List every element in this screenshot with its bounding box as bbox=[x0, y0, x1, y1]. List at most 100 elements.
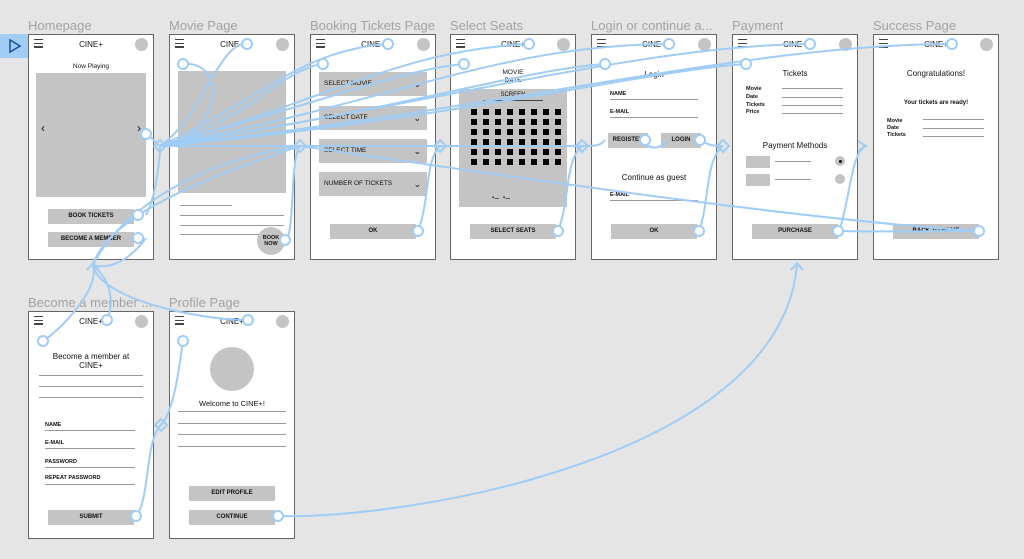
edit-profile-button[interactable]: EDIT PROFILE bbox=[189, 486, 275, 501]
purchase-button[interactable]: PURCHASE bbox=[752, 224, 838, 239]
seat[interactable] bbox=[507, 109, 513, 115]
seat[interactable] bbox=[471, 159, 477, 165]
avatar[interactable] bbox=[980, 38, 993, 51]
avatar[interactable] bbox=[276, 315, 289, 328]
seat[interactable] bbox=[507, 129, 513, 135]
seat[interactable] bbox=[483, 149, 489, 155]
avatar[interactable] bbox=[698, 38, 711, 51]
seat[interactable] bbox=[471, 129, 477, 135]
seat[interactable] bbox=[531, 149, 537, 155]
seat[interactable] bbox=[507, 159, 513, 165]
back-to-home-button[interactable]: BACK TO HOME bbox=[893, 224, 979, 239]
seat[interactable] bbox=[543, 149, 549, 155]
chevron-left-icon[interactable]: ‹ bbox=[41, 121, 45, 135]
seat[interactable] bbox=[483, 129, 489, 135]
seat[interactable] bbox=[507, 139, 513, 145]
frame-booking-page[interactable]: CINE+ SELECT MOVIE ⌄ SELECT DATE ⌄ SELECT … bbox=[310, 34, 436, 260]
frame-payment[interactable]: CINE+ Tickets Movie Date Tickets Price P… bbox=[732, 34, 858, 260]
select-seats-button[interactable]: SELECT SEATS bbox=[470, 224, 556, 239]
seat[interactable] bbox=[555, 139, 561, 145]
seat[interactable] bbox=[495, 119, 501, 125]
payment-radio[interactable] bbox=[835, 174, 845, 184]
seat[interactable] bbox=[531, 109, 537, 115]
seat[interactable] bbox=[471, 139, 477, 145]
seat[interactable] bbox=[555, 159, 561, 165]
payment-radio-selected[interactable] bbox=[835, 156, 845, 166]
seat[interactable] bbox=[495, 129, 501, 135]
avatar[interactable] bbox=[557, 38, 570, 51]
seat[interactable] bbox=[555, 149, 561, 155]
profile-picture[interactable] bbox=[210, 347, 254, 391]
frame-login[interactable]: CINE+ Login NAME E-MAIL REGISTER LOGIN C… bbox=[591, 34, 717, 260]
seat[interactable] bbox=[531, 119, 537, 125]
seat[interactable] bbox=[519, 149, 525, 155]
frame-homepage[interactable]: CINE+ Now Playing ‹ › BOOK TICKETS BECOM… bbox=[28, 34, 154, 260]
seat[interactable] bbox=[531, 159, 537, 165]
seat[interactable] bbox=[471, 149, 477, 155]
seat[interactable] bbox=[483, 139, 489, 145]
avatar[interactable] bbox=[276, 38, 289, 51]
name-input[interactable] bbox=[45, 430, 135, 431]
seat[interactable] bbox=[471, 119, 477, 125]
frame-success[interactable]: CINE+ Congratulations! Your tickets are … bbox=[873, 34, 999, 260]
play-prototype-button[interactable] bbox=[0, 34, 28, 58]
seat[interactable] bbox=[543, 139, 549, 145]
value-line bbox=[923, 128, 984, 129]
date-row-label: Date bbox=[887, 125, 899, 131]
select-movie-dropdown[interactable]: SELECT MOVIE ⌄ bbox=[319, 72, 427, 96]
seat[interactable] bbox=[483, 159, 489, 165]
become-member-button[interactable]: BECOME A MEMBER bbox=[48, 232, 134, 247]
frame-profile[interactable]: CINE+ Welcome to CINE+! EDIT PROFILE CON… bbox=[169, 311, 295, 539]
movie-carousel[interactable]: ‹ › bbox=[36, 73, 146, 197]
email-input[interactable] bbox=[45, 448, 135, 449]
seat[interactable] bbox=[519, 129, 525, 135]
name-input[interactable] bbox=[610, 99, 698, 100]
avatar[interactable] bbox=[839, 38, 852, 51]
seat[interactable] bbox=[543, 119, 549, 125]
seat[interactable] bbox=[495, 159, 501, 165]
seat[interactable] bbox=[495, 149, 501, 155]
chevron-right-icon[interactable]: › bbox=[137, 121, 141, 135]
top-bar: CINE+ bbox=[29, 35, 153, 57]
seat[interactable] bbox=[543, 159, 549, 165]
frame-select-seats[interactable]: CINE+ MOVIE DATE SCREEN ▪⚊ ▪⚊ SELECT SEA… bbox=[450, 34, 576, 260]
avatar[interactable] bbox=[135, 38, 148, 51]
seat[interactable] bbox=[507, 119, 513, 125]
seat[interactable] bbox=[519, 109, 525, 115]
select-date-dropdown[interactable]: SELECT DATE ⌄ bbox=[319, 106, 427, 130]
avatar[interactable] bbox=[135, 315, 148, 328]
password-input[interactable] bbox=[45, 467, 135, 468]
seat[interactable] bbox=[543, 129, 549, 135]
submit-button[interactable]: SUBMIT bbox=[48, 510, 134, 525]
seat[interactable] bbox=[519, 119, 525, 125]
email-input[interactable] bbox=[610, 117, 698, 118]
register-button[interactable]: REGISTER bbox=[608, 133, 648, 148]
seat[interactable] bbox=[519, 159, 525, 165]
seat[interactable] bbox=[555, 109, 561, 115]
seat[interactable] bbox=[483, 119, 489, 125]
frame-become-member[interactable]: CINE+ Become a member at CINE+ NAME E-MA… bbox=[28, 311, 154, 539]
seat[interactable] bbox=[495, 109, 501, 115]
ok-button[interactable]: OK bbox=[330, 224, 416, 239]
login-button[interactable]: LOGIN bbox=[661, 133, 701, 148]
guest-ok-button[interactable]: OK bbox=[611, 224, 697, 239]
number-of-tickets-dropdown[interactable]: NUMBER OF TICKETS ⌄ bbox=[319, 172, 427, 196]
avatar[interactable] bbox=[417, 38, 430, 51]
repeat-password-input[interactable] bbox=[45, 484, 135, 485]
guest-email-input[interactable] bbox=[610, 200, 698, 201]
seat[interactable] bbox=[495, 139, 501, 145]
seat[interactable] bbox=[519, 139, 525, 145]
seat[interactable] bbox=[531, 139, 537, 145]
continue-button[interactable]: CONTINUE bbox=[189, 510, 275, 525]
seat[interactable] bbox=[555, 129, 561, 135]
seat[interactable] bbox=[555, 119, 561, 125]
seat[interactable] bbox=[483, 109, 489, 115]
seat[interactable] bbox=[543, 109, 549, 115]
frame-movie-page[interactable]: CINE+ BOOK NOW bbox=[169, 34, 295, 260]
book-tickets-button[interactable]: BOOK TICKETS bbox=[48, 209, 134, 224]
book-now-button[interactable]: BOOK NOW bbox=[257, 227, 285, 255]
seat[interactable] bbox=[507, 149, 513, 155]
seat[interactable] bbox=[531, 129, 537, 135]
seat[interactable] bbox=[471, 109, 477, 115]
select-time-dropdown[interactable]: SELECT TIME ⌄ bbox=[319, 139, 427, 163]
